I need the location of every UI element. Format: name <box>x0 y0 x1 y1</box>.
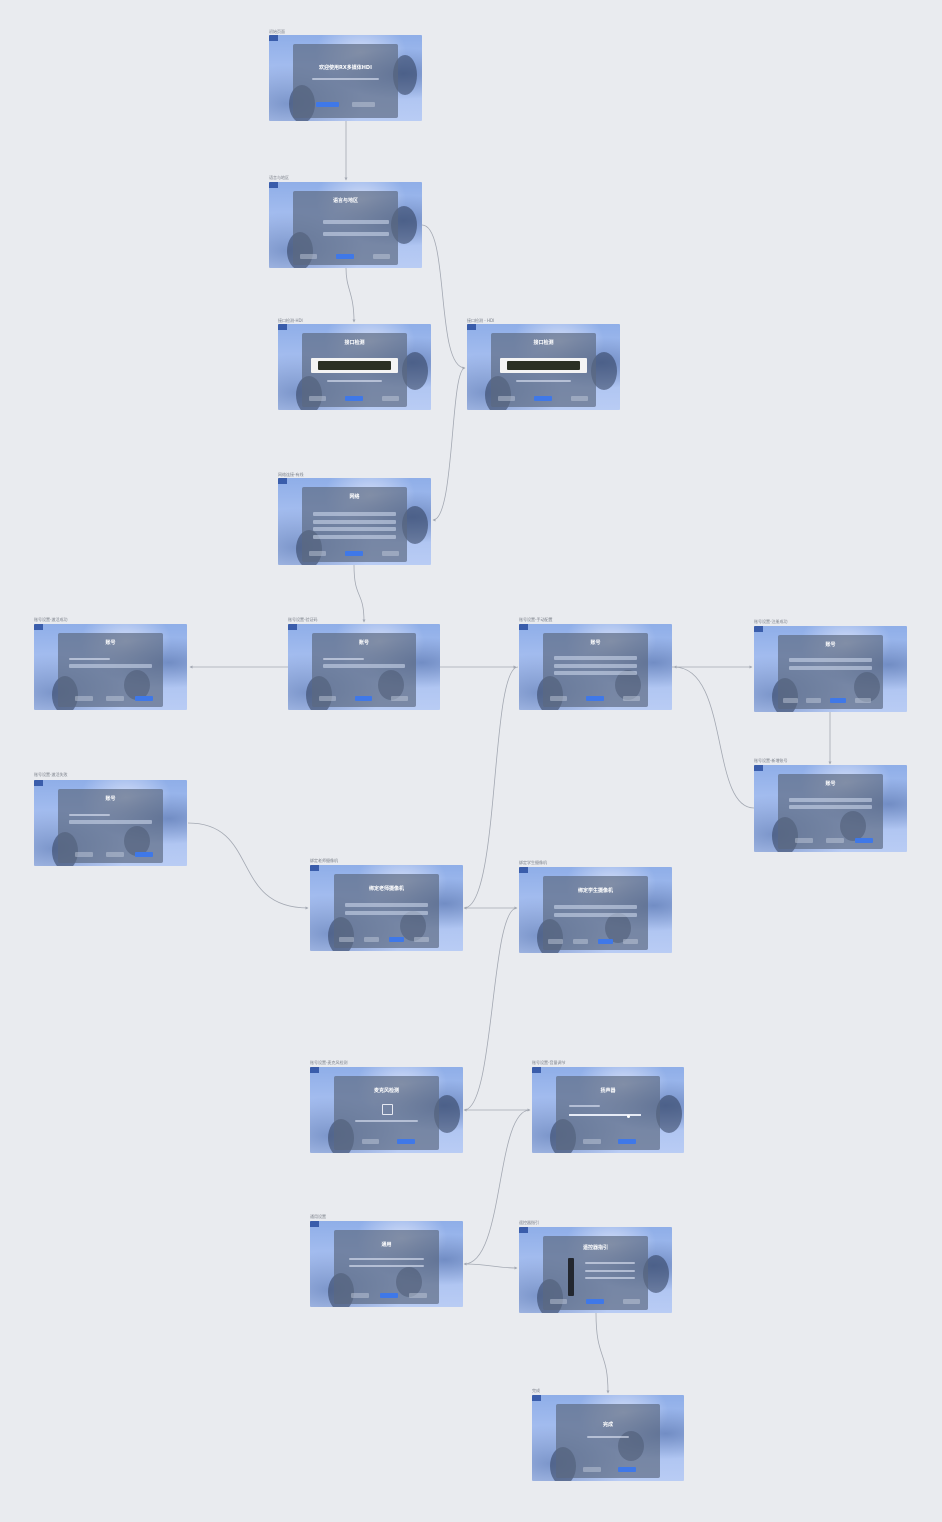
screen-mic-check[interactable]: 麦克风检测 <box>310 1067 463 1153</box>
screen-account-manual[interactable]: 账号 <box>519 624 672 710</box>
frame-label: 账号设置-验证码 <box>288 617 318 622</box>
frame-label: 账号设置-激活失败 <box>34 772 68 777</box>
dialog: 麦克风检测 <box>334 1075 439 1150</box>
frame-label: 通用设置 <box>310 1214 326 1219</box>
frame-label: 遥控器指引 <box>519 1220 539 1225</box>
connector-fail-to-teacher-cam <box>187 822 309 910</box>
screen-welcome[interactable]: 欢迎使用RX多媒体HDI <box>269 35 422 121</box>
flow-connectors <box>187 121 832 1394</box>
dialog-title: 绑定老师摄像机 <box>368 886 404 893</box>
connector-student-cam-to-mic <box>463 907 518 1112</box>
screen-student-camera[interactable]: 绑定学生摄像机 <box>519 867 672 953</box>
dialog: 账号 <box>58 788 163 863</box>
screen-account-code[interactable]: 账号 <box>288 624 440 710</box>
dialog: 语言与地区 <box>293 190 398 265</box>
dialog-title: 账号 <box>825 780 836 787</box>
screen-teacher-camera[interactable]: 绑定老师摄像机 <box>310 865 463 951</box>
screen-done[interactable]: 完成 <box>532 1395 684 1481</box>
dialog-title: 账号 <box>825 641 836 648</box>
frame-label: 网络连接-有线 <box>278 472 304 477</box>
dialog: 账号 <box>778 773 883 849</box>
dialog-title: 扬声器 <box>600 1088 616 1095</box>
screen-port-check-b[interactable]: 接口检测 <box>467 324 620 410</box>
screen-general[interactable]: 通用 <box>310 1221 463 1307</box>
dialog: 账号 <box>543 632 648 707</box>
frame-label: 初始页面 <box>269 29 285 34</box>
dialog-title: 账号 <box>105 795 116 802</box>
frame-label: 账号设置-新增账号 <box>754 758 788 763</box>
dialog-title: 欢迎使用RX多媒体HDI <box>319 65 372 72</box>
dialog: 账号 <box>58 632 163 707</box>
screen-account-new[interactable]: 账号 <box>754 765 907 852</box>
port-panel-image <box>310 357 399 373</box>
frame-label: 语言与地区 <box>269 175 289 180</box>
dialog: 绑定学生摄像机 <box>543 875 648 950</box>
screen-network[interactable]: 网络 <box>278 478 431 565</box>
dialog: 遥控器指引 <box>543 1235 648 1310</box>
volume-slider[interactable] <box>568 1114 642 1118</box>
dialog-title: 网络 <box>349 493 360 500</box>
dialog-title: 遥控器指引 <box>582 1245 608 1252</box>
frame-label: 绑定学生摄像机 <box>519 860 547 865</box>
screen-remote-guide[interactable]: 遥控器指引 <box>519 1227 672 1313</box>
dialog-title: 语言与地区 <box>332 197 358 204</box>
dialog: 完成 <box>556 1403 660 1478</box>
frame-label: 账号设置-麦克风检测 <box>310 1060 348 1065</box>
dialog-title: 接口检测 <box>344 339 365 346</box>
remote-control-image <box>568 1257 574 1297</box>
screen-port-check-a[interactable]: 接口检测 <box>278 324 431 410</box>
dialog-title: 完成 <box>602 1422 613 1429</box>
dialog: 扬声器 <box>556 1075 660 1150</box>
dialog: 绑定老师摄像机 <box>334 873 439 948</box>
screen-account-failed[interactable]: 账号 <box>34 780 187 866</box>
frame-label: 完成 <box>532 1388 540 1393</box>
dialog: 账号 <box>778 634 883 709</box>
frame-label: 接口检测 - HDI <box>467 318 495 323</box>
frame-label: 绑定老师摄像机 <box>310 858 338 863</box>
frame-label: 账号设置-注册成功 <box>754 619 788 624</box>
frame-label: 账号设置-手动配置 <box>519 617 553 622</box>
screen-account-activated[interactable]: 账号 <box>34 624 187 710</box>
dialog-title: 麦克风检测 <box>373 1088 399 1095</box>
connector-general-to-remote <box>463 1263 518 1270</box>
dialog: 接口检测 <box>302 332 407 407</box>
dialog: 账号 <box>312 632 416 707</box>
connector-language-to-port-a <box>345 267 356 323</box>
dialog: 欢迎使用RX多媒体HDI <box>293 43 398 118</box>
connector-new-account-to-manual <box>673 665 755 809</box>
connector-port-b-to-network <box>432 367 466 522</box>
frame-label: 接口检测-HDI <box>278 318 303 323</box>
volume-slider-knob[interactable] <box>626 1114 630 1118</box>
dialog: 接口检测 <box>491 332 596 407</box>
frame-label: 账号设置-激活成功 <box>34 617 68 622</box>
dialog-title: 通用 <box>381 1242 392 1249</box>
lock-icon <box>382 1103 393 1115</box>
connector-manual-to-teacher-cam <box>463 666 519 910</box>
screen-account-registered[interactable]: 账号 <box>754 626 907 712</box>
frame-label: 账号设置-音量调节 <box>532 1060 566 1065</box>
dialog-title: 账号 <box>105 639 116 646</box>
dialog-title: 接口检测 <box>533 339 554 346</box>
dialog-title: 账号 <box>358 639 369 646</box>
dialog-title: 绑定学生摄像机 <box>577 888 613 895</box>
dialog: 网络 <box>302 486 407 562</box>
port-panel-image <box>499 357 588 373</box>
connector-network-to-code <box>353 564 366 623</box>
screen-volume[interactable]: 扬声器 <box>532 1067 684 1153</box>
dialog: 通用 <box>334 1229 439 1304</box>
dialog-title: 账号 <box>590 639 601 646</box>
connector-remote-to-done <box>595 1312 610 1394</box>
screen-language-region[interactable]: 语言与地区 <box>269 182 422 268</box>
